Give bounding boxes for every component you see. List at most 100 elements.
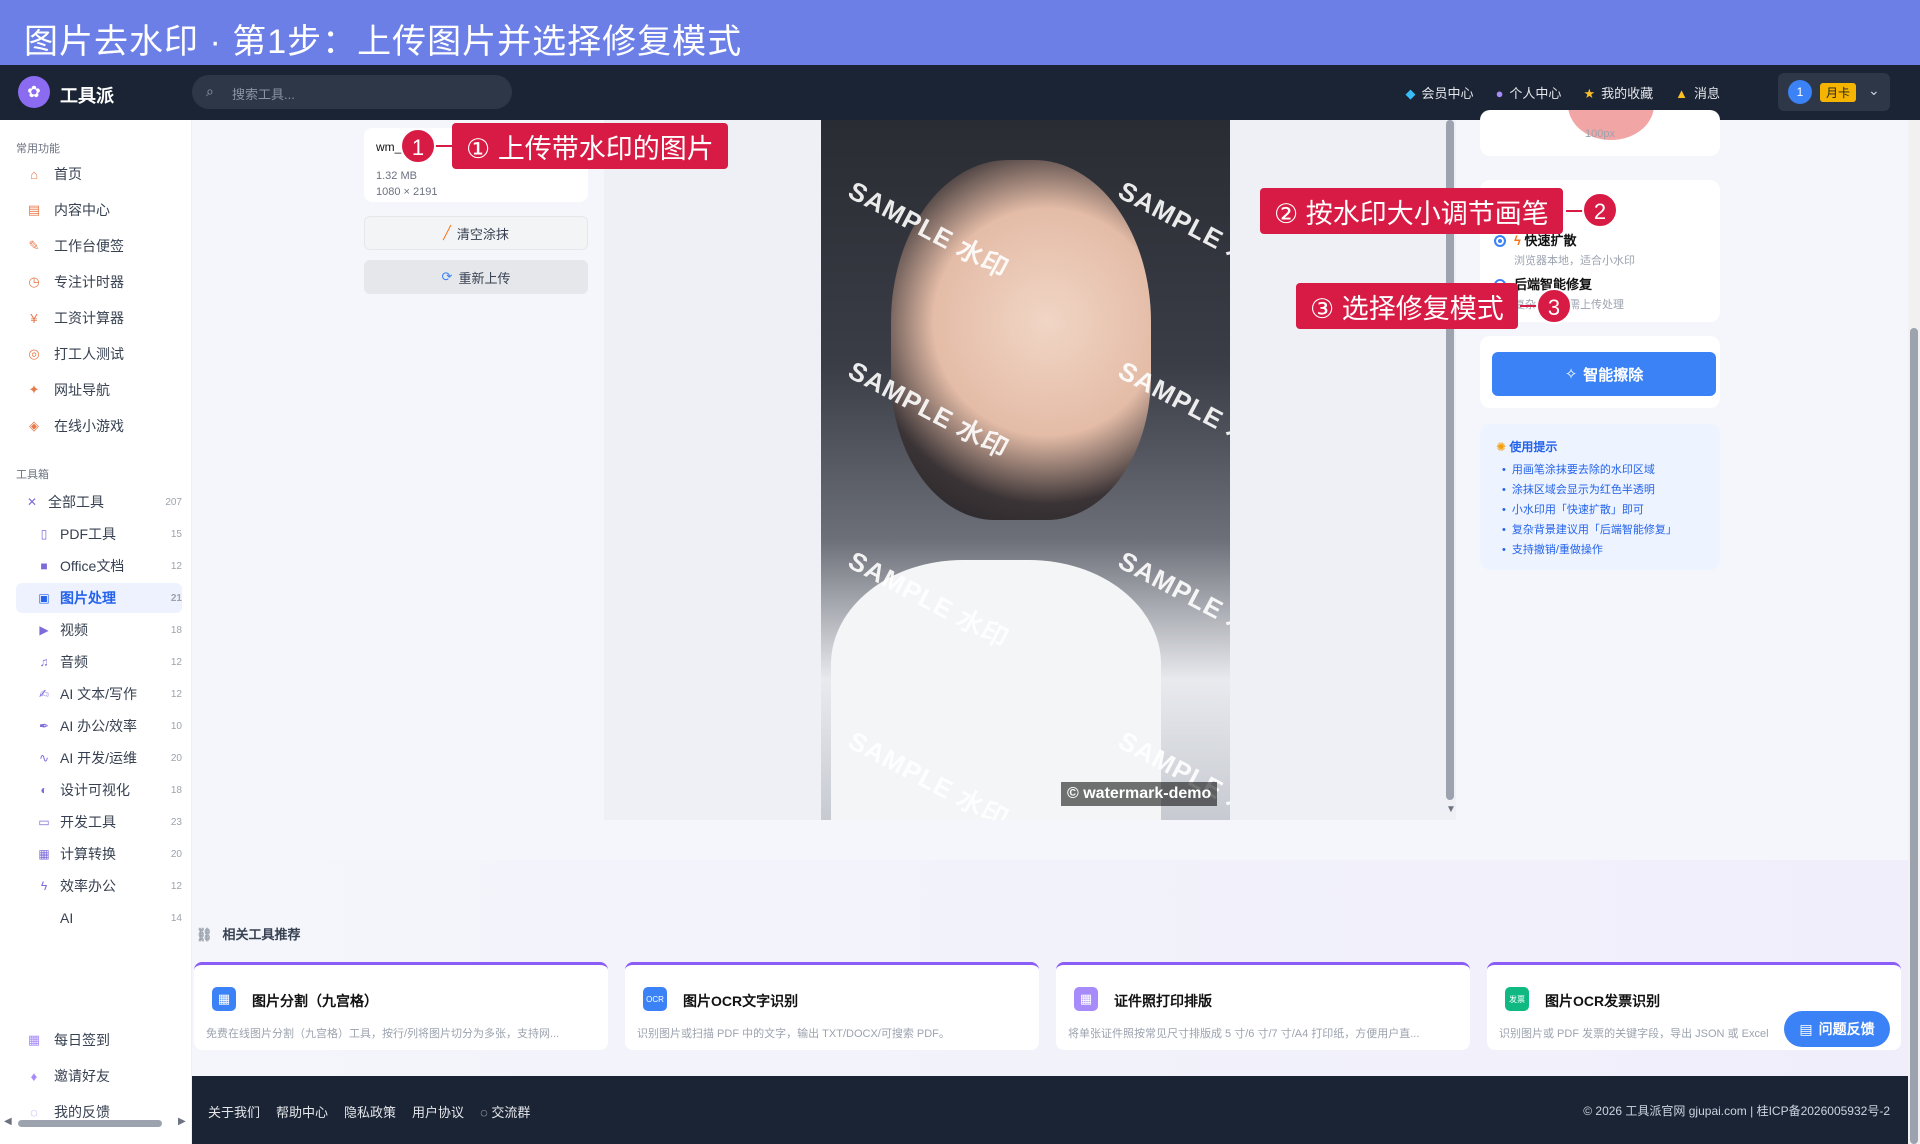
user-menu[interactable]: 1 月卡 ⌄	[1778, 73, 1890, 111]
tool-category-12[interactable]: ϟ 效率办公 12	[16, 871, 182, 901]
tool-category-count: 18	[170, 624, 182, 636]
logo-icon[interactable]: ✿	[18, 76, 50, 108]
reupload-button[interactable]: ⟳ 重新上传	[364, 260, 588, 294]
tool-category-label: AI 办公/效率	[60, 718, 138, 734]
annotation-step-2: ② 按水印大小调节画笔	[1260, 188, 1563, 234]
tool-category-label: 全部工具	[48, 494, 104, 510]
tool-category-8[interactable]: ∿ AI 开发/运维 20	[16, 743, 182, 773]
palette-icon: ◐	[40, 783, 48, 797]
bell-icon: ▲	[1675, 86, 1688, 101]
sidebar-item-6[interactable]: ✦ 网址导航	[24, 380, 110, 400]
smart-erase-button[interactable]: ✧ 智能擦除	[1492, 352, 1716, 396]
image-icon: ▣	[38, 591, 50, 605]
tip-item: 小水印用「快速扩散」即可	[1502, 500, 1677, 520]
target-icon: ◎	[28, 346, 40, 361]
sidebar-item-label: 内容中心	[54, 202, 110, 218]
clear-strokes-button[interactable]: ╱ 清空涂抹	[364, 216, 588, 250]
nav-messages[interactable]: ▲ 消息	[1675, 83, 1720, 102]
feedback-label: 问题反馈	[1818, 1021, 1875, 1037]
file-size: 1.32 MB	[376, 170, 417, 182]
sidebar-item-label: 打工人测试	[54, 346, 124, 362]
uploaded-image[interactable]: SAMPLE 水印 SAMPLE 水印 SAMPLE 水印 SAMPLE 水印 …	[821, 120, 1230, 820]
gift-icon: ♦	[30, 1068, 38, 1084]
nav-profile[interactable]: ● 个人中心	[1496, 83, 1562, 102]
tool-category-label: AI 开发/运维	[60, 750, 138, 766]
chevron-down-icon: ⌄	[1868, 82, 1880, 98]
related-tool-title: 图片OCR文字识别	[683, 993, 799, 1009]
tool-category-count: 21	[170, 592, 182, 604]
footer-link-terms[interactable]: 用户协议	[412, 1102, 464, 1121]
mode-desc: 浏览器本地，适合小水印	[1514, 255, 1635, 267]
page-scrollbar-thumb[interactable]	[1910, 328, 1918, 1144]
annotation-marker-3: 3	[1536, 288, 1572, 324]
sidebar-item-label: 我的反馈	[54, 1104, 110, 1120]
scroll-left-arrow[interactable]: ◀	[4, 1116, 12, 1127]
tool-category-5[interactable]: ♫ 音频 12	[16, 647, 183, 677]
sidebar-bottom-item-0[interactable]: ▦ 每日签到	[24, 1030, 110, 1050]
main-content: wm_... 1.32 MB 1080 × 2191 ╱ 清空涂抹 ⟳ 重新上传 S…	[192, 110, 1908, 1076]
search-placeholder: 搜索工具...	[232, 87, 295, 102]
mode-fast-option[interactable]: ϟ 快速扩散 浏览器本地，适合小水印	[1494, 230, 1635, 268]
tool-category-label: 音频	[60, 654, 88, 670]
nav-label: 我的收藏	[1601, 86, 1654, 101]
tool-category-6[interactable]: ✍ AI 文本/写作 12	[16, 679, 182, 709]
feedback-button[interactable]: ▤ 问题反馈	[1784, 1011, 1890, 1047]
sidebar-item-4[interactable]: ¥ 工资计算器	[24, 308, 124, 328]
footer-link-about[interactable]: 关于我们	[208, 1102, 260, 1121]
footer-link-community[interactable]: ◌ 交流群	[480, 1102, 530, 1121]
brush-size-value: 100px	[1585, 128, 1615, 140]
nav-favorites[interactable]: ★ 我的收藏	[1583, 83, 1653, 102]
search-icon: ⌕	[206, 83, 214, 99]
related-tool-card[interactable]: ▦ 图片分割（九宫格） 免费在线图片分割（九宫格）工具，按行/列将图片切分为多张，支…	[194, 962, 608, 1050]
related-tool-card[interactable]: OCR 图片OCR文字识别 识别图片或扫描 PDF 中的文字，输出 TXT/DOCX…	[625, 962, 1039, 1050]
related-tool-card[interactable]: ▦ 证件照打印排版 将单张证件照按常见尺寸排版成 5 寸/6 寸/7 寸/A4 打印…	[1056, 962, 1470, 1050]
timer-icon: ◷	[28, 274, 40, 289]
file-dimensions: 1080 × 2191	[376, 186, 438, 198]
section-tools-title: 工具箱	[16, 469, 49, 481]
tool-category-7[interactable]: ✒ AI 办公/效率 10	[16, 711, 182, 741]
nav-member-center[interactable]: ◆ 会员中心	[1406, 83, 1474, 102]
scroll-right-arrow[interactable]: ▶	[178, 1116, 186, 1127]
tool-category-2[interactable]: ■ Office文档 12	[16, 551, 182, 581]
tool-category-3[interactable]: ▣ 图片处理 21	[16, 583, 182, 613]
brush-icon: ╱	[443, 225, 451, 240]
tool-category-13[interactable]: AI 14	[16, 903, 182, 933]
scroll-down-arrow[interactable]: ▼	[1446, 804, 1456, 815]
tool-category-count: 207	[165, 496, 182, 508]
usage-tips: ✺ 使用提示 用画笔涂抹要去除的水印区域 涂抹区域会显示为红色半透明 小水印用「…	[1480, 424, 1720, 570]
tool-category-count: 20	[170, 752, 182, 764]
sidebar-bottom-item-2[interactable]: ◌ 我的反馈	[24, 1102, 110, 1122]
ai-dev-icon: ∿	[38, 751, 50, 765]
tip-item: 用画笔涂抹要去除的水印区域	[1502, 460, 1677, 480]
tool-category-1[interactable]: ▯ PDF工具 15	[16, 519, 182, 549]
sidebar-item-label: 专注计时器	[54, 274, 124, 290]
tool-category-11[interactable]: ▦ 计算转换 20	[16, 839, 182, 869]
tool-category-9[interactable]: ◐ 设计可视化 18	[16, 775, 182, 805]
footer-link-help[interactable]: 帮助中心	[276, 1102, 328, 1121]
page-scrollbar[interactable]	[1908, 120, 1920, 1144]
sidebar-item-label: 工资计算器	[54, 310, 124, 326]
related-tool-title: 证件照打印排版	[1114, 993, 1212, 1009]
sidebar-item-7[interactable]: ◈ 在线小游戏	[24, 416, 124, 436]
tips-title: 使用提示	[1509, 440, 1558, 454]
nav-label: 会员中心	[1421, 86, 1474, 101]
sidebar-item-3[interactable]: ◷ 专注计时器	[24, 272, 124, 292]
brand-name[interactable]: 工具派	[60, 82, 114, 108]
sidebar-bottom-item-1[interactable]: ♦ 邀请好友	[24, 1066, 110, 1086]
tool-category-10[interactable]: ▭ 开发工具 23	[16, 807, 182, 837]
home-icon: ⌂	[30, 166, 38, 182]
sidebar-item-0[interactable]: ⌂ 首页	[24, 164, 82, 184]
sidebar-item-label: 首页	[54, 166, 82, 182]
sidebar-item-5[interactable]: ◎ 打工人测试	[24, 344, 124, 364]
star-icon: ★	[1583, 86, 1596, 101]
tool-category-0[interactable]: ✕ 全部工具 207	[16, 487, 182, 517]
search-input[interactable]: ⌕ 搜索工具...	[192, 75, 512, 109]
ocr-icon: OCR	[643, 987, 667, 1011]
footer-link-privacy[interactable]: 隐私政策	[344, 1102, 396, 1121]
chat-icon: ◌	[480, 1105, 492, 1120]
tool-category-4[interactable]: ▶ 视频 18	[16, 615, 182, 645]
sidebar-item-label: 工作台便签	[54, 238, 124, 254]
radio-fast[interactable]	[1494, 235, 1506, 247]
sidebar-item-1[interactable]: ▤ 内容中心	[24, 200, 110, 220]
sidebar-item-2[interactable]: ✎ 工作台便签	[24, 236, 124, 256]
